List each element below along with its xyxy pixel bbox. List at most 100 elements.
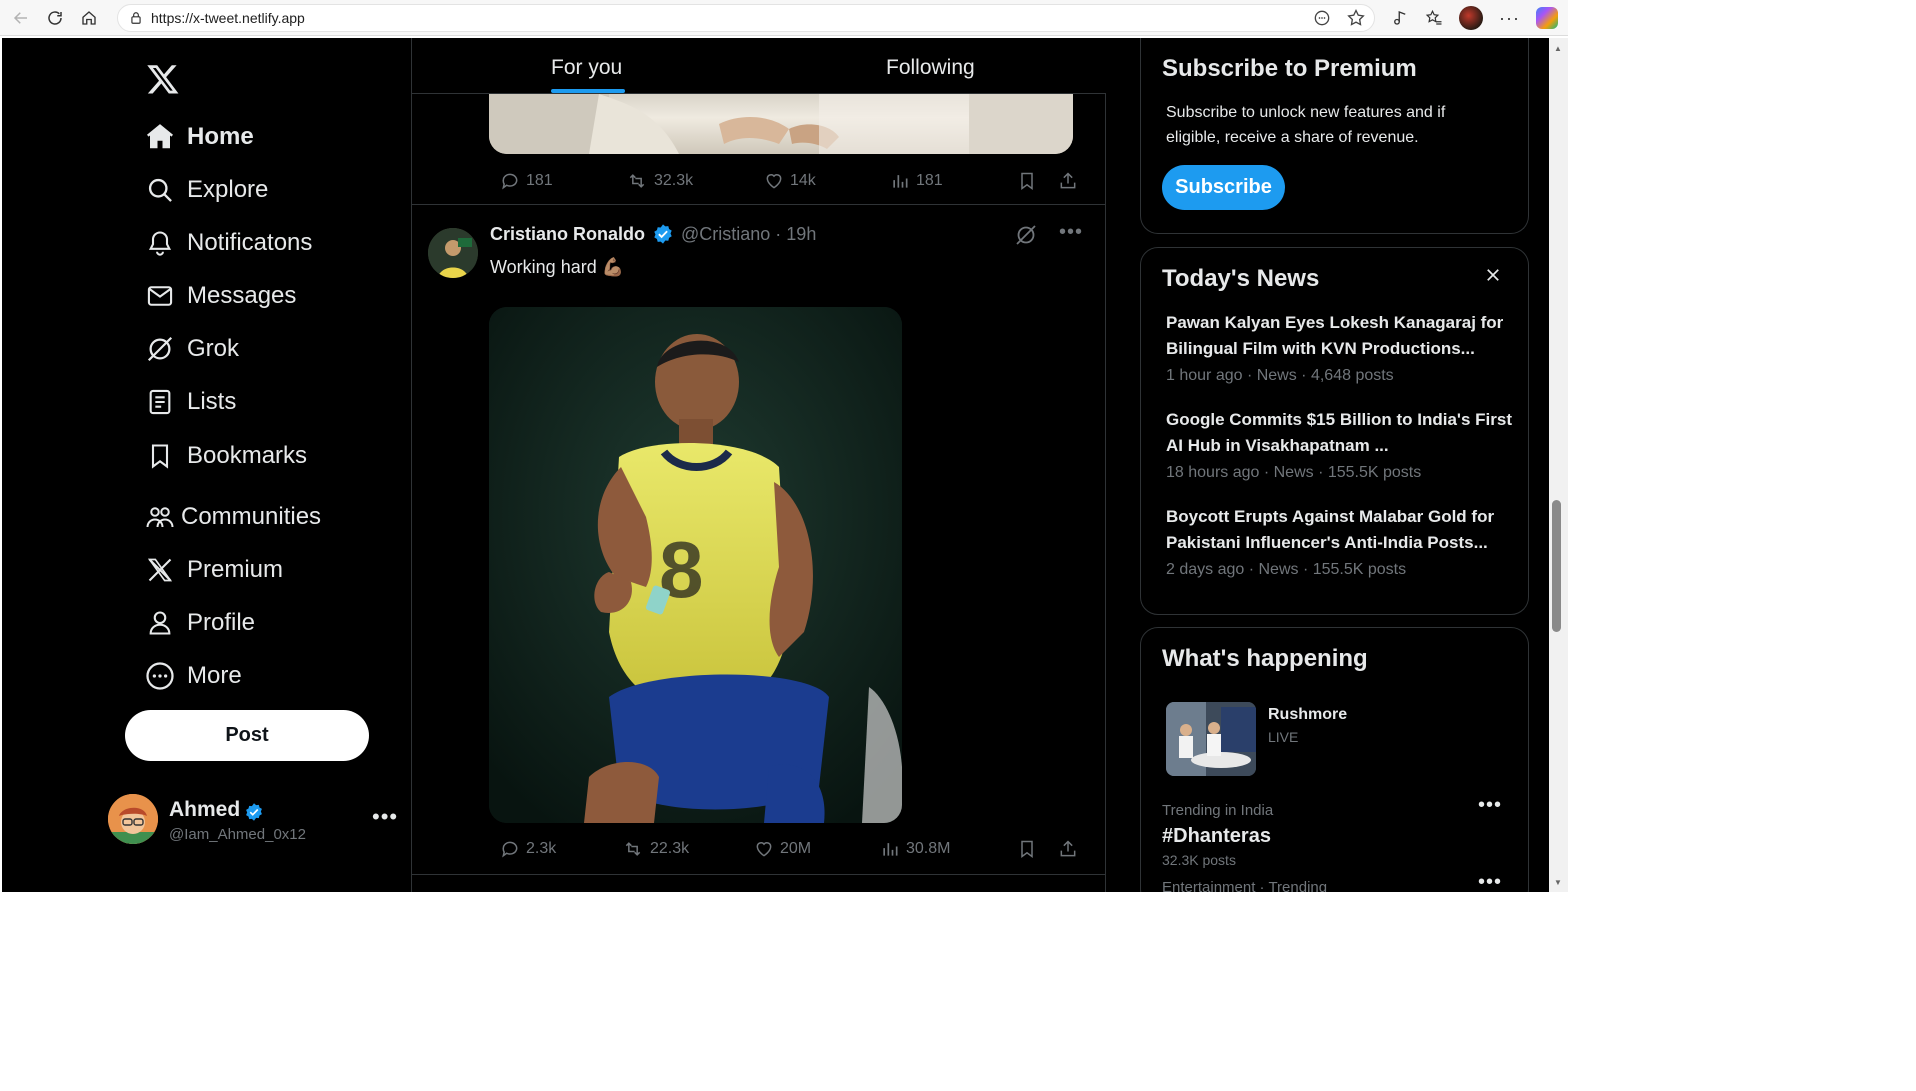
share-button[interactable] [1058, 839, 1078, 859]
more-icon[interactable]: ••• [1478, 794, 1502, 817]
lock-icon [131, 12, 141, 24]
repost-button[interactable]: 22.3k [622, 839, 689, 859]
home-icon [145, 122, 175, 152]
sidebar-item-messages[interactable]: Messages [145, 281, 296, 311]
live-status: LIVE [1268, 729, 1299, 745]
tweet-author-avatar[interactable] [428, 228, 478, 278]
post-button[interactable]: Post [125, 710, 369, 761]
bookmark-button[interactable] [1017, 171, 1037, 191]
grok-icon [145, 334, 175, 364]
share-icon [1060, 172, 1076, 189]
premium-card: Subscribe to Premium Subscribe to unlock… [1140, 38, 1529, 234]
x-logo-icon[interactable] [146, 62, 180, 96]
tab-following[interactable]: Following [886, 56, 975, 80]
news-meta: 2 days ago · News · 155.5K posts [1166, 561, 1407, 578]
sidebar-item-profile[interactable]: Profile [145, 608, 255, 638]
news-headline: Boycott Erupts Against Malabar Gold for … [1166, 507, 1495, 552]
scroll-down-icon[interactable]: ▼ [1553, 878, 1563, 888]
reply-icon [502, 841, 518, 858]
back-button[interactable] [8, 5, 34, 31]
previous-tweet-image[interactable] [489, 94, 1073, 154]
trend-name[interactable]: #Dhanteras [1162, 825, 1271, 848]
repost-button[interactable]: 32.3k [626, 171, 693, 191]
trend-context: Entertainment · Trending [1162, 879, 1328, 892]
share-button[interactable] [1058, 171, 1078, 191]
repost-count: 32.3k [654, 172, 694, 189]
refresh-button[interactable] [42, 5, 68, 31]
reply-button[interactable]: 181 [500, 171, 553, 191]
media-control-icon[interactable] [1391, 9, 1409, 27]
address-bar[interactable]: https://x-tweet.netlify.app [117, 4, 1375, 32]
repost-count: 22.3k [650, 840, 690, 857]
favorite-star-icon[interactable] [1346, 8, 1366, 28]
sidebar-item-more[interactable]: More [145, 661, 242, 691]
tab-for-you[interactable]: For you [551, 56, 622, 80]
views-button[interactable]: 181 [890, 171, 943, 191]
reply-icon [502, 173, 518, 190]
more-icon[interactable]: ••• [1478, 871, 1502, 892]
page-scrollbar[interactable] [1549, 38, 1568, 892]
timeline-tabs: For you Following [412, 38, 1106, 94]
sidebar-item-premium[interactable]: Premium [145, 555, 283, 585]
scroll-up-icon[interactable]: ▲ [1553, 44, 1563, 54]
repost-icon [625, 842, 641, 856]
heart-icon [766, 174, 782, 189]
news-item[interactable]: Boycott Erupts Against Malabar Gold for … [1166, 504, 1516, 579]
home-browser-button[interactable] [76, 5, 102, 31]
reply-button[interactable]: 2.3k [500, 839, 556, 859]
sidebar-item-label: Bookmarks [187, 442, 308, 469]
tweet-divider [412, 874, 1106, 875]
live-thumbnail[interactable] [1166, 702, 1256, 776]
person-icon [145, 608, 175, 638]
x-app: Home Explore Notificatons Messages Grok … [2, 38, 1549, 892]
tweet-actions: 2.3k 22.3k 20M 30.8M [500, 836, 1080, 862]
scrollbar-thumb[interactable] [1552, 500, 1561, 632]
tweet-handle-time: @Cristiano · 19h [681, 224, 817, 244]
more-icon[interactable]: ••• [1059, 221, 1083, 244]
sidebar-item-communities[interactable]: Communities [145, 502, 321, 532]
close-icon[interactable] [1484, 266, 1502, 284]
communities-icon [145, 502, 175, 532]
news-item[interactable]: Google Commits $15 Billion to India's Fi… [1166, 407, 1516, 482]
news-meta: 18 hours ago · News · 155.5K posts [1166, 464, 1422, 481]
sidebar-item-home[interactable]: Home [145, 122, 254, 152]
verified-badge-icon [246, 803, 262, 821]
url-text: https://x-tweet.netlify.app [151, 10, 305, 26]
repost-icon [629, 174, 645, 188]
sidebar-item-notifications[interactable]: Notificatons [145, 228, 312, 258]
like-count: 20M [780, 840, 812, 857]
live-event-title[interactable]: Rushmore [1268, 706, 1347, 724]
premium-description: Subscribe to unlock new features and if … [1166, 104, 1446, 146]
like-button[interactable]: 14k [764, 171, 816, 191]
subscribe-button[interactable]: Subscribe [1162, 165, 1285, 210]
views-count: 181 [916, 172, 943, 189]
sidebar-item-bookmarks[interactable]: Bookmarks [145, 441, 307, 471]
bookmark-button[interactable] [1017, 839, 1037, 859]
views-button[interactable]: 30.8M [880, 839, 950, 859]
search-icon [145, 175, 175, 205]
timeline: For you Following 181 32.3k 14k 181 Cris… [412, 38, 1106, 892]
sidebar-item-lists[interactable]: Lists [145, 387, 236, 417]
bookmark-icon [1021, 172, 1033, 190]
browser-menu-icon[interactable]: ··· [1499, 8, 1520, 29]
favorites-icon[interactable] [1425, 9, 1443, 27]
news-item[interactable]: Pawan Kalyan Eyes Lokesh Kanagaraj for B… [1166, 310, 1516, 385]
tweet-media-image[interactable]: 8 [489, 307, 902, 823]
grok-icon[interactable] [1014, 223, 1038, 247]
sidebar-item-explore[interactable]: Explore [145, 175, 268, 205]
tweet-divider [412, 204, 1106, 205]
news-meta: 1 hour ago · News · 4,648 posts [1166, 367, 1394, 384]
premium-title: Subscribe to Premium [1162, 55, 1417, 82]
left-sidebar: Home Explore Notificatons Messages Grok … [2, 38, 412, 892]
tweet-author-name[interactable]: Cristiano Ronaldo [490, 224, 645, 245]
reader-mode-icon[interactable] [1312, 8, 1332, 28]
analytics-icon [883, 843, 898, 856]
account-switcher[interactable]: Ahmed @Iam_Ahmed_0x12 ••• [108, 794, 408, 844]
browser-profile-avatar[interactable] [1459, 6, 1484, 30]
x-logo-icon [145, 555, 175, 585]
copilot-icon[interactable] [1536, 7, 1558, 29]
like-button[interactable]: 20M [754, 839, 811, 859]
news-headline: Pawan Kalyan Eyes Lokesh Kanagaraj for B… [1166, 313, 1504, 358]
sidebar-item-grok[interactable]: Grok [145, 334, 239, 364]
more-icon[interactable]: ••• [372, 804, 398, 830]
